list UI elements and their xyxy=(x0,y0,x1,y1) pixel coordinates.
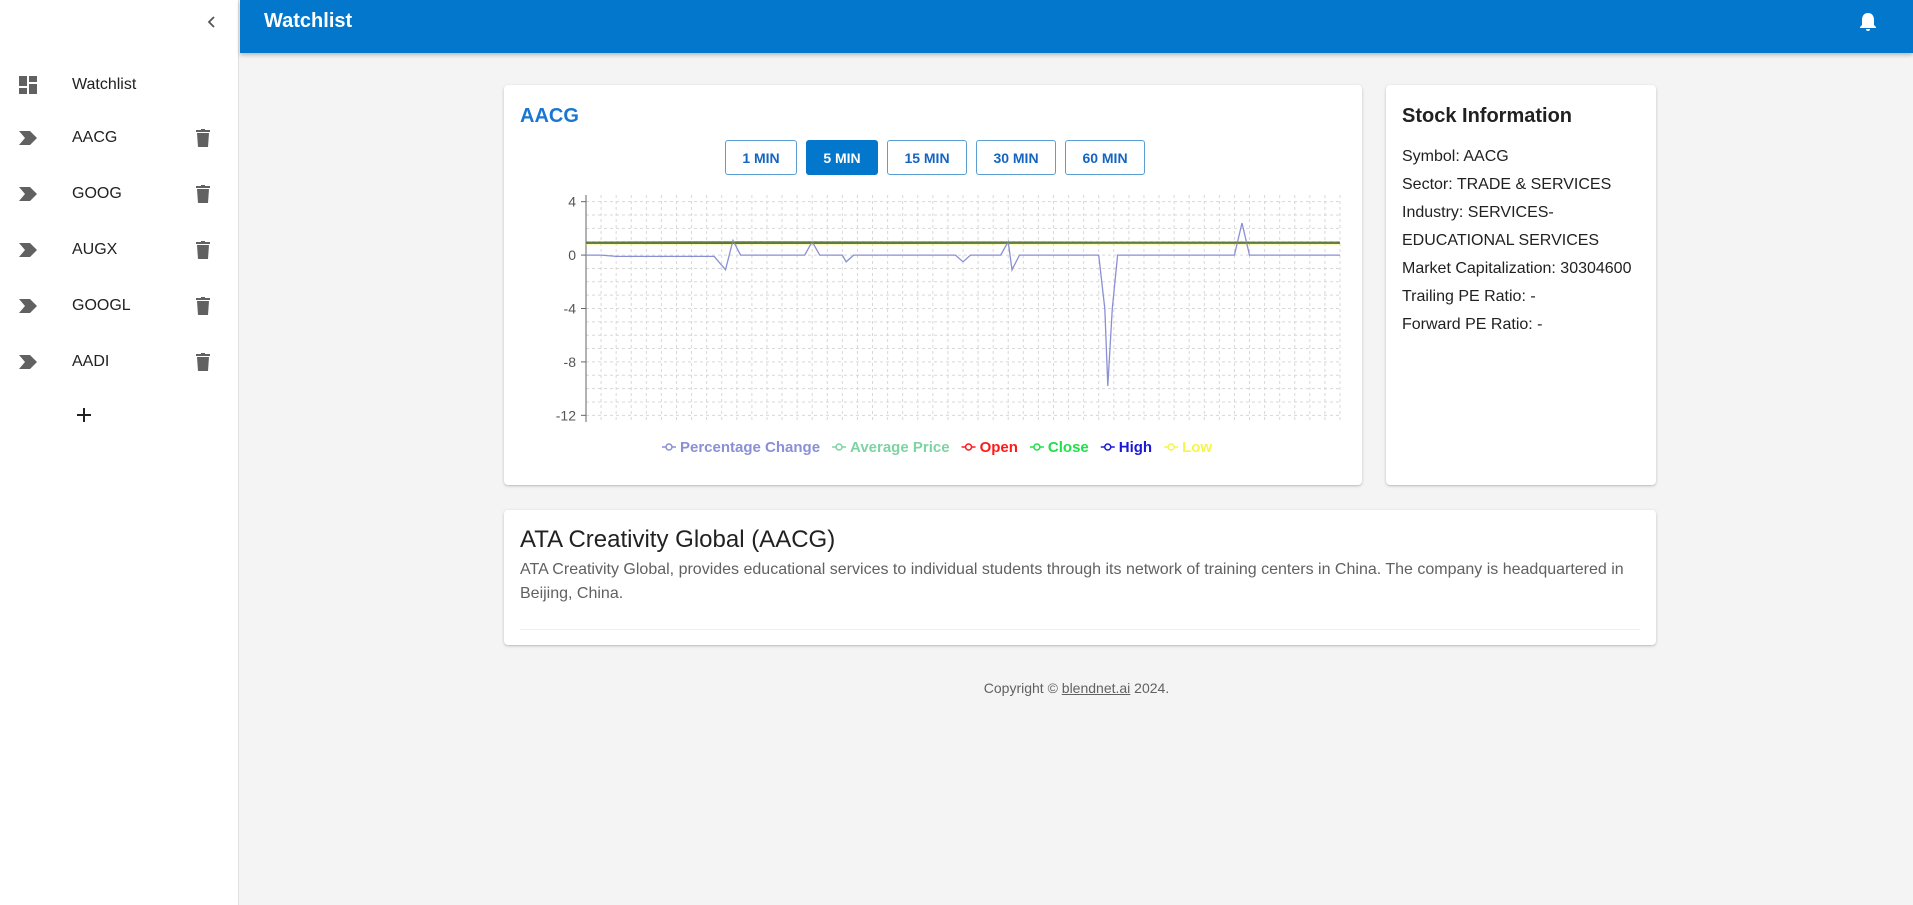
legend-marker-dot xyxy=(835,443,843,451)
market-cap-text: Market Capitalization: 30304600 xyxy=(1402,260,1632,277)
plus-icon[interactable] xyxy=(72,403,96,427)
sidebar-item-label: AADI xyxy=(72,353,110,370)
sidebar-item-aadi[interactable]: AADI xyxy=(0,342,238,382)
sidebar-item-googl[interactable]: GOOGL xyxy=(0,286,238,326)
label-arrow-icon xyxy=(18,240,38,260)
page-title: Watchlist xyxy=(264,10,353,32)
company-name: ATA Creativity Global (AACG) xyxy=(520,526,836,553)
legend-marker-dot xyxy=(1033,443,1041,451)
sidebar-item-augx[interactable]: AUGX xyxy=(0,230,238,270)
sidebar-item-watchlist[interactable]: Watchlist xyxy=(0,65,238,105)
interval-selector: 1 MIN 5 MIN 15 MIN 30 MIN 60 MIN xyxy=(725,140,1145,175)
footer-link[interactable]: blendnet.ai xyxy=(1062,680,1131,696)
legend-label: Percentage Change xyxy=(680,439,820,456)
interval-button-1min[interactable]: 1 MIN xyxy=(725,140,797,175)
copyright-prefix: Copyright © xyxy=(983,680,1062,696)
legend-label: High xyxy=(1119,439,1152,456)
company-description-card: ATA Creativity Global (AACG) ATA Creativ… xyxy=(504,510,1656,645)
sidebar-item-goog[interactable]: GOOG xyxy=(0,174,238,214)
divider xyxy=(520,629,1640,630)
legend-label: Low xyxy=(1182,439,1212,456)
legend-label: Close xyxy=(1048,439,1089,456)
interval-button-15min[interactable]: 15 MIN xyxy=(887,140,967,175)
stock-info-card: Stock Information Symbol: AACG Sector: T… xyxy=(1386,85,1656,485)
stock-info-title: Stock Information xyxy=(1402,105,1573,127)
app-bar: Watchlist xyxy=(240,0,1913,53)
symbol-text: Symbol: AACG xyxy=(1402,148,1509,165)
industry-text: Industry: SERVICES- xyxy=(1402,204,1554,221)
legend-marker-dot xyxy=(1104,443,1112,451)
interval-button-60min[interactable]: 60 MIN xyxy=(1065,140,1145,175)
interval-button-30min[interactable]: 30 MIN xyxy=(976,140,1056,175)
sidebar-item-aacg[interactable]: AACG xyxy=(0,118,238,158)
sidebar-item-label: Watchlist xyxy=(72,76,137,93)
dashboard-icon xyxy=(18,75,38,95)
forward-pe-text: Forward PE Ratio: - xyxy=(1402,316,1543,333)
sidebar-item-label: GOOG xyxy=(72,185,122,202)
legend-label: Open xyxy=(980,439,1018,456)
y-tick-label: 4 xyxy=(568,194,576,210)
trash-icon[interactable] xyxy=(192,351,214,373)
label-arrow-icon xyxy=(18,128,38,148)
legend-marker-dot xyxy=(1167,443,1175,451)
sidebar-item-label: AUGX xyxy=(72,241,118,258)
stock-info-list: Symbol: AACG Sector: TRADE & SERVICES In… xyxy=(1402,143,1647,339)
industry-text-continued: EDUCATIONAL SERVICES xyxy=(1402,232,1600,249)
y-tick-label: 0 xyxy=(568,247,576,263)
price-chart: 4 0 -4 -8 -12 Percentage Change Average Price O… xyxy=(556,194,1341,456)
chevron-left-icon[interactable] xyxy=(200,10,224,34)
sidebar-item-label: GOOGL xyxy=(72,297,131,314)
label-arrow-icon xyxy=(18,296,38,316)
y-tick-label: -12 xyxy=(556,407,576,423)
y-tick-label: -4 xyxy=(564,301,577,317)
legend-marker-dot xyxy=(665,443,673,451)
legend-label: Average Price xyxy=(850,439,950,456)
y-tick-label: -8 xyxy=(564,354,577,370)
chart-card: AACG 1 MIN 5 MIN 15 MIN 30 MIN 60 MIN 4 0… xyxy=(504,85,1362,485)
sector-text: Sector: TRADE & SERVICES xyxy=(1402,176,1612,193)
trailing-pe-text: Trailing PE Ratio: - xyxy=(1402,288,1536,305)
footer: Copyright © blendnet.ai 2024. xyxy=(240,680,1913,696)
sidebar-item-label: AACG xyxy=(72,129,118,146)
trash-icon[interactable] xyxy=(192,183,214,205)
legend-marker-dot xyxy=(964,443,973,451)
trash-icon[interactable] xyxy=(192,127,214,149)
label-arrow-icon xyxy=(18,184,38,204)
interval-button-5min[interactable]: 5 MIN xyxy=(806,140,878,175)
bell-icon[interactable] xyxy=(1856,10,1880,34)
sidebar: Watchlist AACG GOOG AUGX GOOGL AADI xyxy=(0,0,239,905)
copyright-suffix: 2024. xyxy=(1130,680,1170,696)
chart-title: AACG xyxy=(520,105,579,127)
label-arrow-icon xyxy=(18,352,38,372)
trash-icon[interactable] xyxy=(192,295,214,317)
trash-icon[interactable] xyxy=(192,239,214,261)
company-description: ATA Creativity Global, provides educatio… xyxy=(520,561,1624,602)
